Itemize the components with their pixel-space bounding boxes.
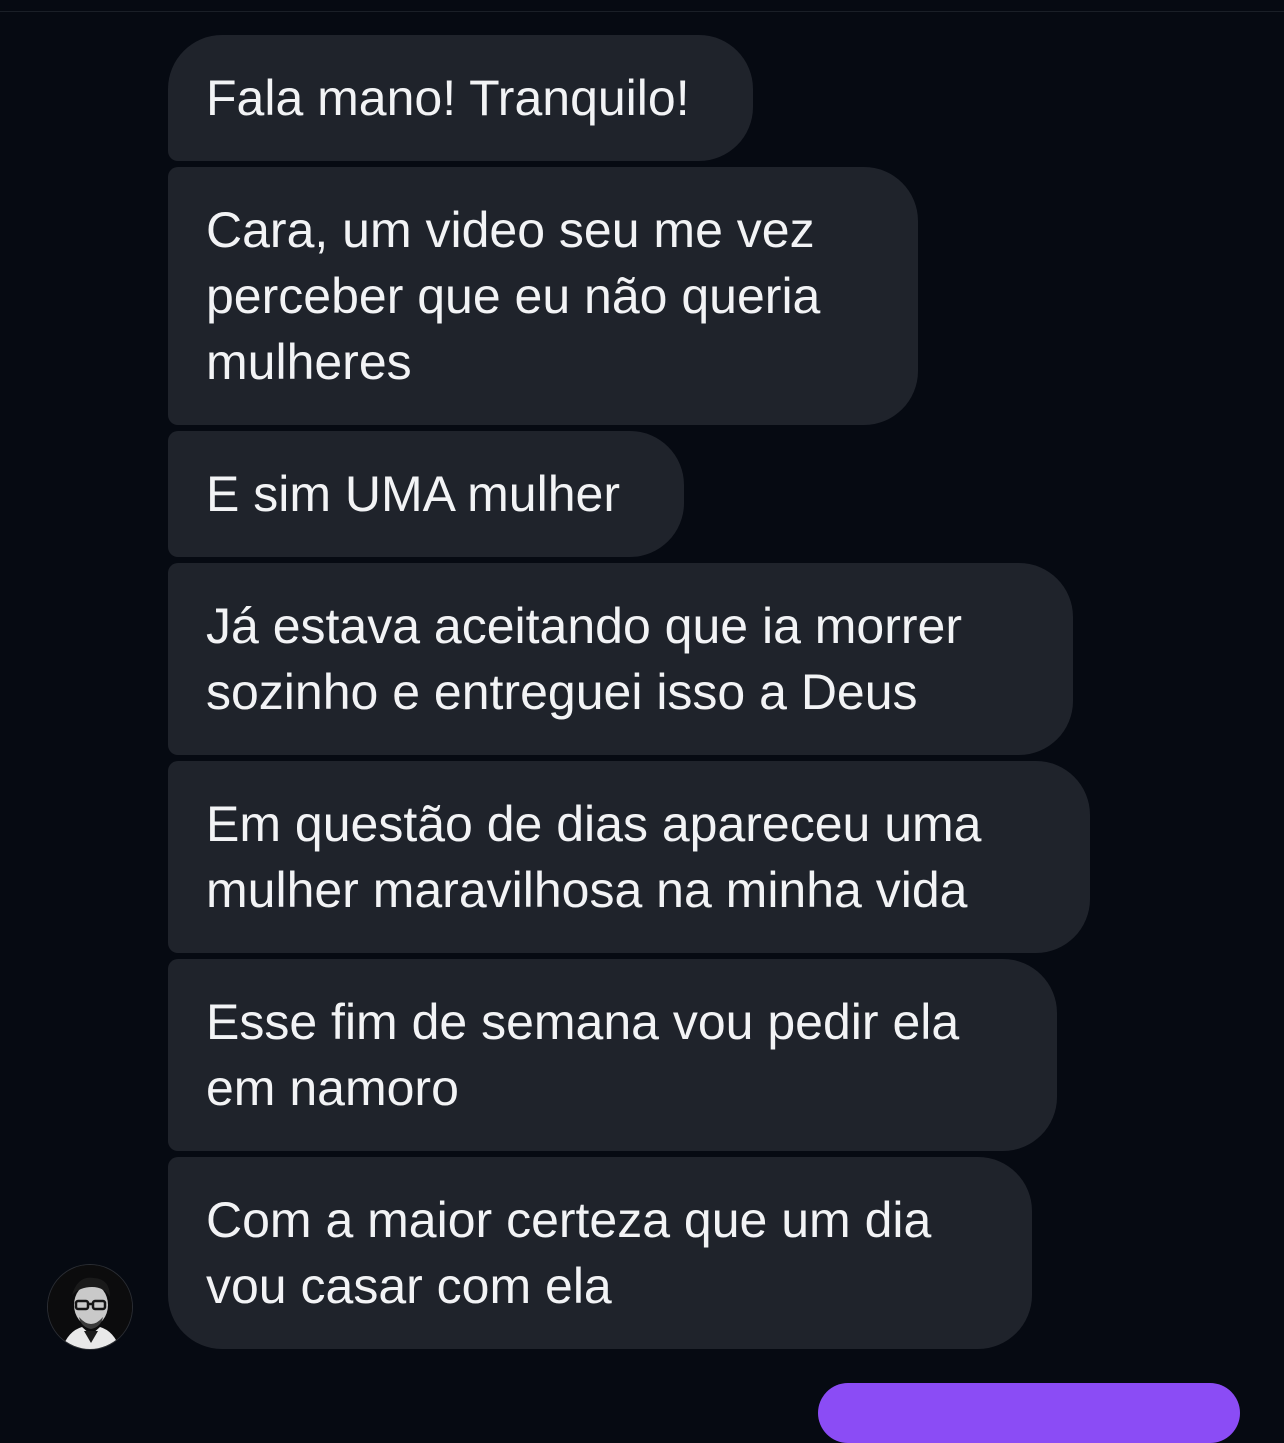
- message-bubble[interactable]: E sim UMA mulher: [168, 431, 684, 557]
- message-bubble[interactable]: Em questão de dias apareceu uma mulher m…: [168, 761, 1090, 953]
- header-divider: [0, 11, 1284, 12]
- sender-avatar[interactable]: [48, 1265, 132, 1349]
- message-bubble[interactable]: Cara, um video seu me vez perceber que e…: [168, 167, 918, 425]
- message-bubble[interactable]: Com a maior certeza que um dia vou casar…: [168, 1157, 1032, 1349]
- message-bubble[interactable]: Já estava aceitando que ia morrer sozinh…: [168, 563, 1073, 755]
- message-bubble[interactable]: Esse fim de semana vou pedir ela em namo…: [168, 959, 1057, 1151]
- outgoing-message-bubble[interactable]: [818, 1383, 1240, 1443]
- message-bubble[interactable]: Fala mano! Tranquilo!: [168, 35, 753, 161]
- user-avatar-icon: [48, 1265, 132, 1349]
